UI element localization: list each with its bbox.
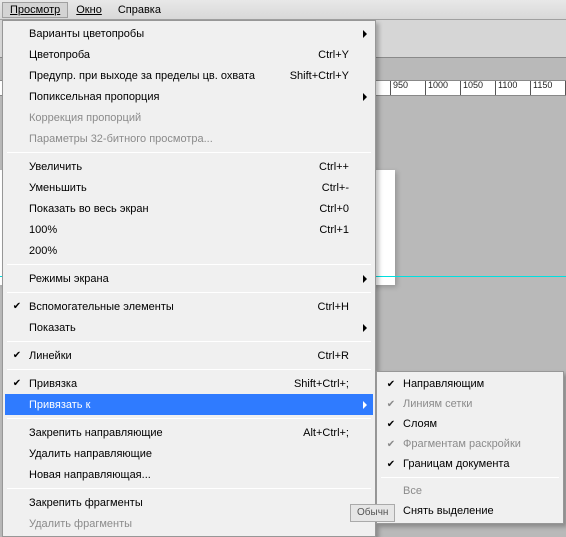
submenu-arrow-icon [363, 401, 367, 409]
shortcut-text: Shift+Ctrl+; [294, 378, 349, 390]
menu-separator [7, 152, 371, 153]
menu-snap[interactable]: ✔ПривязкаShift+Ctrl+; [5, 373, 373, 394]
menu-separator [7, 341, 371, 342]
menu-actual-pixels[interactable]: 100%Ctrl+1 [5, 219, 373, 240]
submenu-arrow-icon [363, 30, 367, 38]
shortcut-text: Ctrl+H [318, 301, 349, 313]
check-icon: ✔ [385, 439, 397, 450]
menu-zoom-200[interactable]: 200% [5, 240, 373, 261]
shortcut-text: Ctrl+0 [319, 203, 349, 215]
menu-zoom-in[interactable]: УвеличитьCtrl++ [5, 156, 373, 177]
menu-lock-guides[interactable]: Закрепить направляющиеAlt+Ctrl+; [5, 422, 373, 443]
ruler-tick: 950 [390, 81, 408, 96]
shortcut-text: Ctrl+Y [318, 49, 349, 61]
menu-pixel-aspect[interactable]: Попиксельная пропорция [5, 86, 373, 107]
check-icon: ✔ [11, 378, 23, 389]
menu-separator [7, 369, 371, 370]
snap-to-submenu: ✔Направляющим ✔Линиям сетки ✔Слоям ✔Фраг… [376, 371, 564, 524]
check-icon: ✔ [11, 350, 23, 361]
menu-separator [7, 488, 371, 489]
submenu-arrow-icon [363, 93, 367, 101]
submenu-arrow-icon [363, 275, 367, 283]
menu-proof-setup[interactable]: Варианты цветопробы [5, 23, 373, 44]
submenu-doc-bounds[interactable]: ✔Границам документа [379, 454, 561, 474]
shortcut-text: Shift+Ctrl+Y [290, 70, 349, 82]
menubar-view[interactable]: Просмотр [2, 2, 68, 18]
submenu-guides[interactable]: ✔Направляющим [379, 374, 561, 394]
menu-separator [381, 477, 559, 478]
submenu-layers[interactable]: ✔Слоям [379, 414, 561, 434]
check-icon: ✔ [385, 379, 397, 390]
menu-show[interactable]: Показать [5, 317, 373, 338]
shortcut-text: Ctrl+R [318, 350, 349, 362]
check-icon: ✔ [385, 459, 397, 470]
menu-extras[interactable]: ✔Вспомогательные элементыCtrl+H [5, 296, 373, 317]
status-text: Обычн [357, 507, 388, 518]
submenu-none[interactable]: Снять выделение [379, 501, 561, 521]
menu-separator [7, 418, 371, 419]
menu-rulers[interactable]: ✔ЛинейкиCtrl+R [5, 345, 373, 366]
ruler-tick: 1050 [460, 81, 483, 96]
menu-32bit-options: Параметры 32-битного просмотра... [5, 128, 373, 149]
menubar-window[interactable]: Окно [68, 2, 110, 18]
menu-fit-screen[interactable]: Показать во весь экранCtrl+0 [5, 198, 373, 219]
ruler-tick: 1000 [425, 81, 448, 96]
menu-separator [7, 292, 371, 293]
ruler-tick: 1150 [530, 81, 552, 96]
menu-lock-slices[interactable]: Закрепить фрагменты [5, 492, 373, 513]
status-bar: Обычн [350, 504, 395, 522]
menu-clear-guides[interactable]: Удалить направляющие [5, 443, 373, 464]
check-icon: ✔ [385, 399, 397, 410]
ruler-tick: 1100 [495, 81, 517, 96]
submenu-slices: ✔Фрагментам раскройки [379, 434, 561, 454]
menu-clear-slices: Удалить фрагменты [5, 513, 373, 534]
menubar-help[interactable]: Справка [110, 2, 169, 18]
menu-screen-modes[interactable]: Режимы экрана [5, 268, 373, 289]
menu-separator [7, 264, 371, 265]
shortcut-text: Alt+Ctrl+; [303, 427, 349, 439]
submenu-all: Все [379, 481, 561, 501]
check-icon: ✔ [11, 301, 23, 312]
submenu-arrow-icon [363, 324, 367, 332]
view-menu-dropdown: Варианты цветопробы ЦветопробаCtrl+Y Пре… [2, 20, 376, 537]
menu-proof-colors[interactable]: ЦветопробаCtrl+Y [5, 44, 373, 65]
shortcut-text: Ctrl+- [322, 182, 349, 194]
menu-snap-to[interactable]: Привязать к [5, 394, 373, 415]
submenu-grid: ✔Линиям сетки [379, 394, 561, 414]
check-icon: ✔ [385, 419, 397, 430]
menubar: Просмотр Окно Справка [0, 0, 566, 20]
menu-gamut-warning[interactable]: Предупр. при выходе за пределы цв. охват… [5, 65, 373, 86]
shortcut-text: Ctrl+1 [319, 224, 349, 236]
menu-new-guide[interactable]: Новая направляющая... [5, 464, 373, 485]
menu-aspect-correction: Коррекция пропорций [5, 107, 373, 128]
shortcut-text: Ctrl++ [319, 161, 349, 173]
menu-zoom-out[interactable]: УменьшитьCtrl+- [5, 177, 373, 198]
